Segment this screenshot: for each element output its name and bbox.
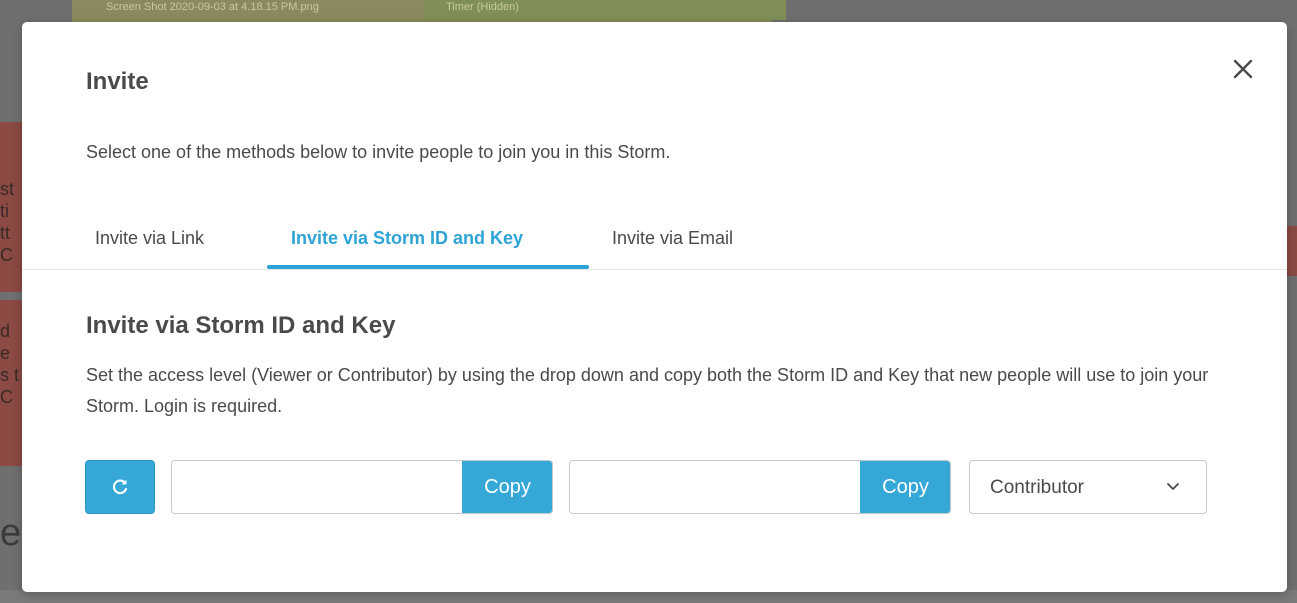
tab-invite-via-email[interactable]: Invite via Email <box>612 228 733 249</box>
tab-invite-via-link[interactable]: Invite via Link <box>95 228 204 249</box>
storm-key-field[interactable] <box>570 461 860 513</box>
close-button[interactable] <box>1228 54 1258 84</box>
modal-title: Invite <box>86 68 149 95</box>
background-card: d e s t C <box>0 300 22 466</box>
refresh-button[interactable] <box>85 460 155 514</box>
background-heading-fragment: e <box>0 512 22 554</box>
section-description: Set the access level (Viewer or Contribu… <box>86 365 1209 416</box>
active-tab-indicator <box>267 265 589 269</box>
invite-tabs: Invite via Link Invite via Storm ID and … <box>22 212 1287 270</box>
copy-storm-id-button[interactable]: Copy <box>462 461 552 513</box>
invite-modal: Invite Select one of the methods below t… <box>22 22 1287 592</box>
tab-invite-via-storm-id[interactable]: Invite via Storm ID and Key <box>291 228 523 249</box>
background-file-chip: Screen Shot 2020-09-03 at 4.18.15 PM.png <box>106 1 319 13</box>
copy-storm-key-button[interactable]: Copy <box>860 461 950 513</box>
access-level-value: Contributor <box>990 477 1084 498</box>
storm-key-group: Copy <box>569 460 951 514</box>
background-card <box>1287 226 1297 276</box>
storm-id-group: Copy <box>171 460 553 514</box>
background-card-text: d e s t C <box>0 321 20 407</box>
storm-id-field[interactable] <box>172 461 462 513</box>
background-card: st ti tt C <box>0 122 22 292</box>
background-card-text: st ti tt C <box>0 179 15 265</box>
access-level-select[interactable]: Contributor <box>969 460 1207 514</box>
chevron-down-icon <box>1167 483 1179 490</box>
refresh-icon <box>112 479 128 495</box>
section-title: Invite via Storm ID and Key <box>86 312 396 339</box>
background-timer-chip: Timer (Hidden) <box>424 0 786 20</box>
close-icon <box>1233 59 1253 79</box>
modal-subtitle: Select one of the methods below to invit… <box>86 142 671 162</box>
